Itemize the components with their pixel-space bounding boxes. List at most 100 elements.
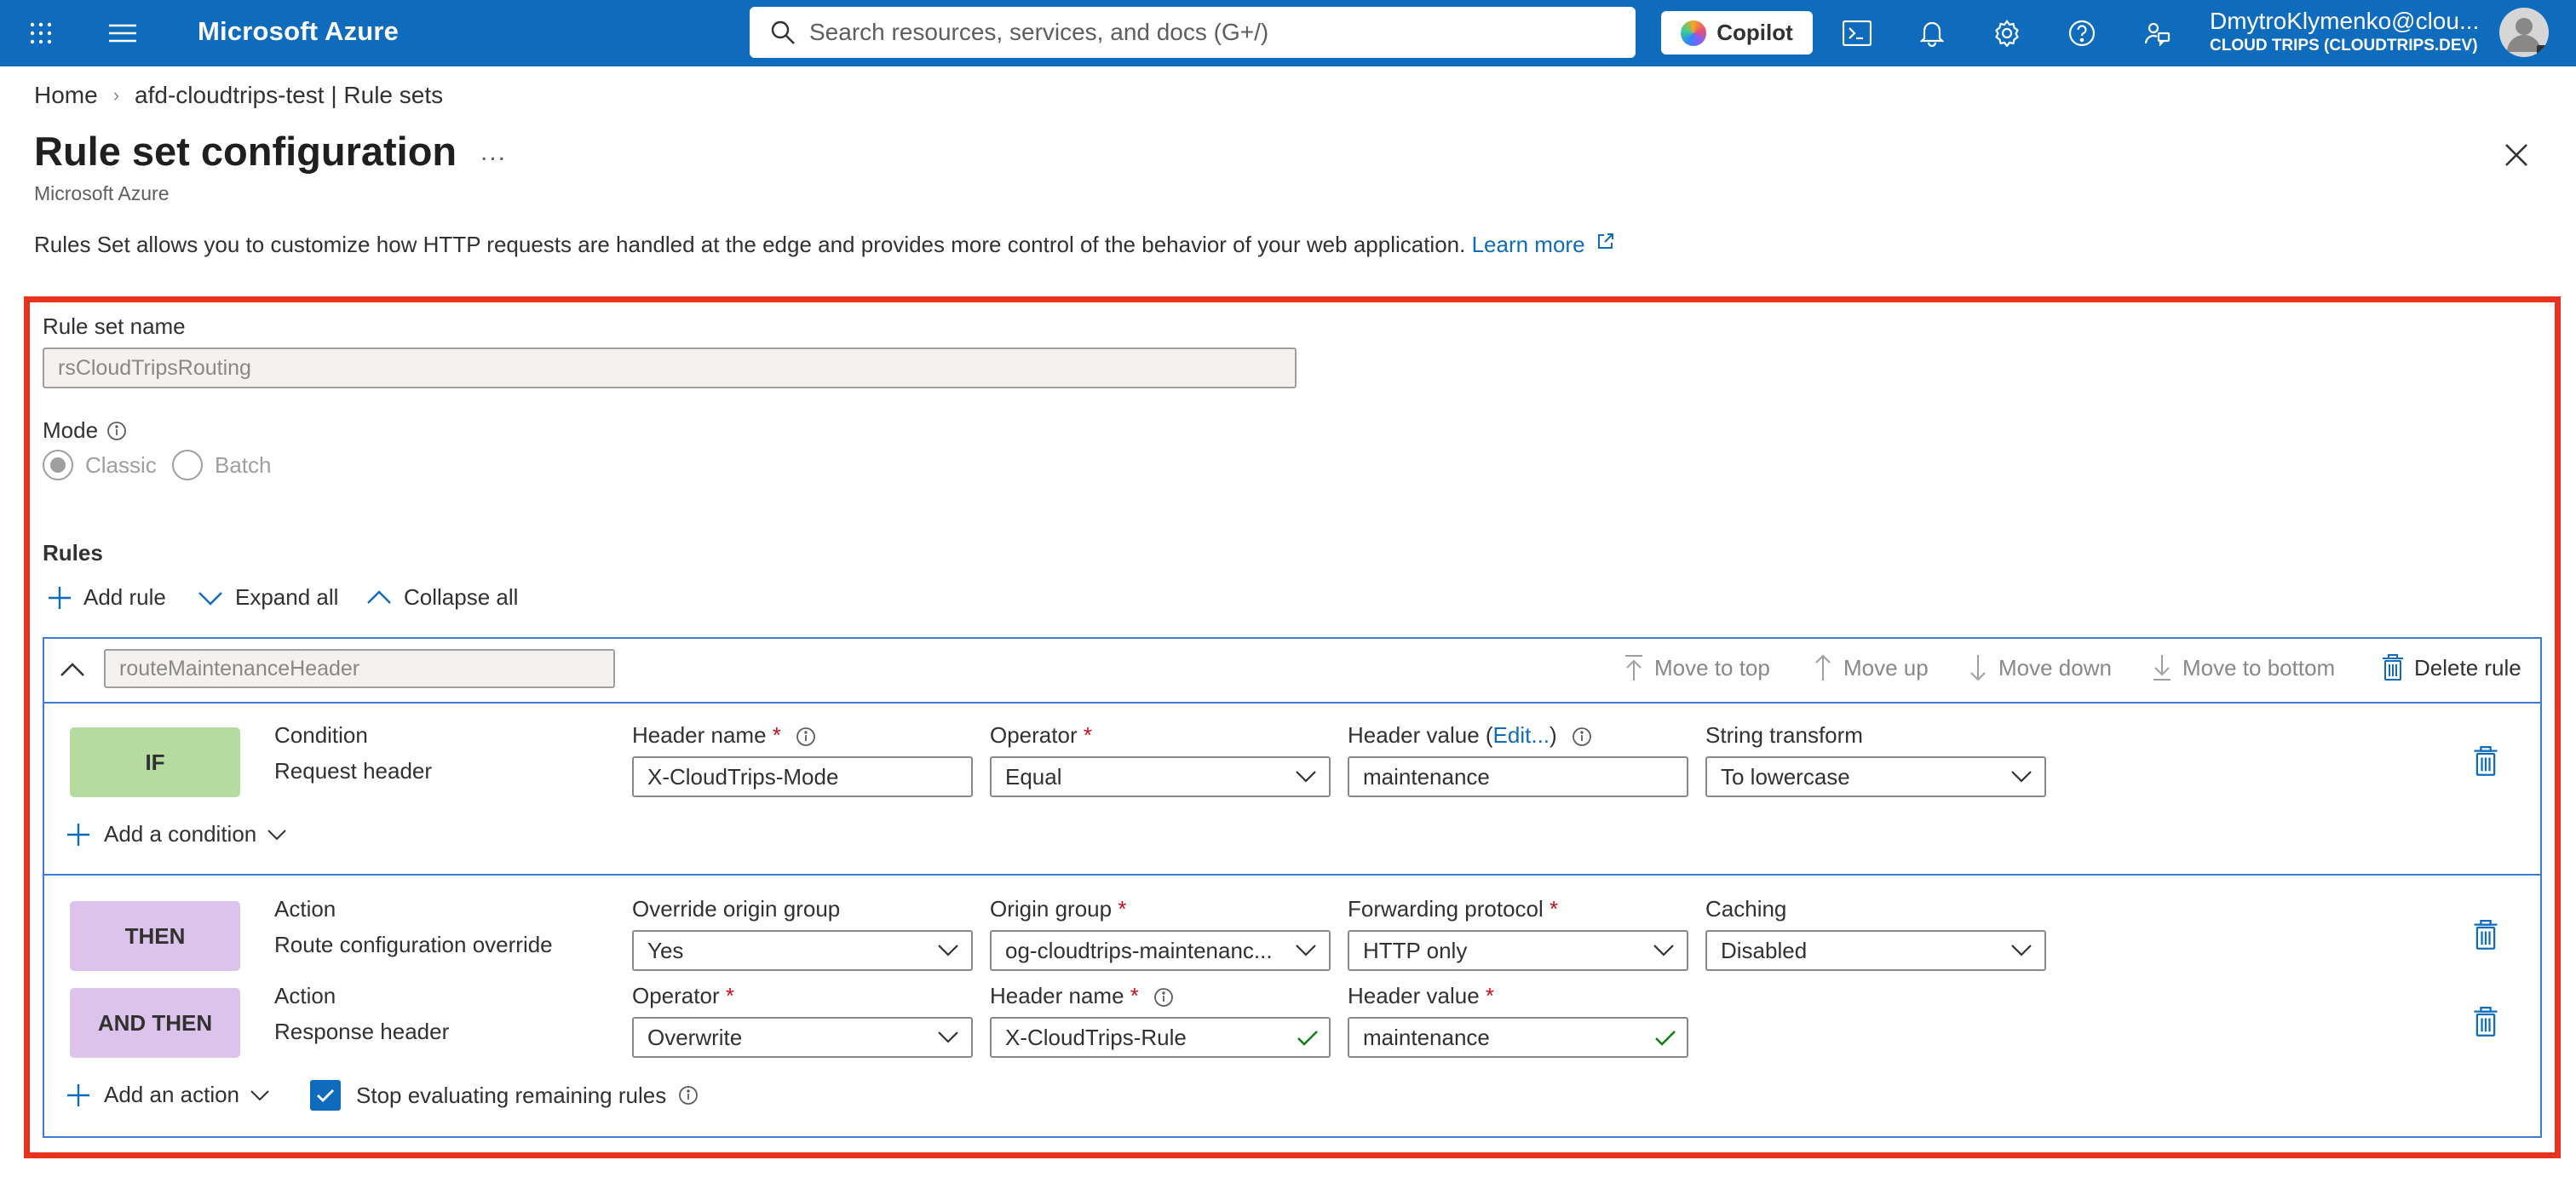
edit-link[interactable]: Edit... bbox=[1493, 722, 1550, 748]
forwarding-protocol-label: Forwarding protocol * bbox=[1348, 896, 1559, 922]
header-name-input[interactable]: X-CloudTrips-Mode bbox=[632, 756, 973, 797]
move-down-button: Move down bbox=[1968, 654, 2112, 681]
mode-radio-classic[interactable]: Classic bbox=[43, 450, 157, 480]
move-to-bottom-button: Move to bottom bbox=[2152, 654, 2335, 681]
response-header-value-label: Header value * bbox=[1348, 983, 1495, 1008]
move-to-bottom-icon bbox=[2153, 655, 2171, 681]
avatar[interactable] bbox=[2499, 8, 2549, 57]
page-description: Rules Set allows you to customize how HT… bbox=[34, 232, 1615, 258]
chevron-down-icon bbox=[250, 1089, 269, 1100]
origin-group-select[interactable]: og-cloudtrips-maintenanc... bbox=[990, 930, 1331, 971]
origin-group-label: Origin group * bbox=[990, 896, 1127, 922]
chevron-down-icon bbox=[2011, 771, 2032, 783]
copilot-button[interactable]: Copilot bbox=[1661, 11, 1813, 55]
rule-header: routeMaintenanceHeader Move to top Move … bbox=[44, 639, 2540, 704]
caching-label: Caching bbox=[1705, 896, 1787, 922]
condition-type-label: Condition bbox=[274, 722, 368, 748]
delete-action-trash-icon[interactable] bbox=[2472, 1007, 2499, 1037]
radio-selected-dot bbox=[50, 457, 66, 473]
account-menu[interactable]: DmytroKlymenko@clou... CLOUD TRIPS (CLOU… bbox=[2210, 8, 2479, 57]
delete-rule-button[interactable]: Delete rule bbox=[2382, 654, 2521, 681]
description-text: Rules Set allows you to customize how HT… bbox=[34, 232, 1472, 257]
if-badge: IF bbox=[70, 727, 240, 797]
collapse-rule-chevron-icon[interactable] bbox=[60, 661, 85, 678]
help-icon[interactable] bbox=[2063, 14, 2101, 52]
action-type-value: Route configuration override bbox=[274, 932, 553, 957]
move-up-button: Move up bbox=[1813, 654, 1929, 681]
breadcrumb: Home › afd-cloudtrips-test | Rule sets bbox=[34, 82, 443, 109]
add-action-button[interactable]: Add an action bbox=[66, 1082, 270, 1108]
learn-more-link[interactable]: Learn more bbox=[1472, 232, 1615, 257]
response-operator-select[interactable]: Overwrite bbox=[632, 1017, 973, 1058]
caching-select[interactable]: Disabled bbox=[1705, 930, 2046, 971]
plus-icon bbox=[67, 1083, 89, 1106]
add-condition-button[interactable]: Add a condition bbox=[66, 821, 287, 847]
info-icon[interactable] bbox=[796, 727, 816, 747]
chevron-down-icon bbox=[938, 1031, 958, 1043]
chevron-down-icon bbox=[2011, 945, 2032, 956]
gear-icon[interactable] bbox=[1988, 14, 2026, 52]
more-options-icon[interactable]: ... bbox=[480, 138, 507, 167]
response-header-value-input[interactable]: maintenance bbox=[1348, 1017, 1688, 1058]
account-tenant: CLOUD TRIPS (CLOUDTRIPS.DEV) bbox=[2210, 37, 2478, 55]
mode-option-classic: Classic bbox=[85, 451, 157, 478]
info-icon[interactable] bbox=[1153, 987, 1174, 1008]
chevron-down-icon bbox=[1653, 945, 1674, 956]
top-bar: Microsoft Azure Search resources, servic… bbox=[0, 0, 2576, 66]
cloud-shell-icon[interactable] bbox=[1838, 14, 1876, 52]
stop-evaluating-label: Stop evaluating remaining rules bbox=[356, 1082, 667, 1108]
rule-set-name-label: Rule set name bbox=[43, 313, 186, 339]
feedback-icon[interactable] bbox=[2138, 14, 2176, 52]
header-value-input[interactable]: maintenance bbox=[1348, 756, 1688, 797]
page-subtitle: Microsoft Azure bbox=[34, 182, 170, 204]
hamburger-menu-icon[interactable] bbox=[104, 14, 141, 52]
section-divider bbox=[44, 874, 2540, 876]
override-origin-group-select[interactable]: Yes bbox=[632, 930, 973, 971]
arrow-down-icon bbox=[1970, 655, 1986, 681]
checkbox-checked-icon bbox=[310, 1080, 341, 1111]
apps-grid-icon[interactable] bbox=[22, 14, 60, 52]
close-icon[interactable] bbox=[2501, 140, 2532, 170]
delete-condition-trash-icon[interactable] bbox=[2472, 746, 2499, 777]
global-search-input[interactable]: Search resources, services, and docs (G+… bbox=[750, 7, 1636, 58]
breadcrumb-home[interactable]: Home bbox=[34, 82, 98, 109]
response-operator-label: Operator * bbox=[632, 983, 734, 1008]
action-type-label: Action bbox=[274, 896, 336, 922]
response-header-name-input[interactable]: X-CloudTrips-Rule bbox=[990, 1017, 1331, 1058]
plus-icon bbox=[49, 586, 71, 609]
chevron-down-icon bbox=[1296, 945, 1316, 956]
breadcrumb-chevron-icon: › bbox=[112, 84, 120, 106]
condition-type-value: Request header bbox=[274, 758, 433, 784]
chevron-down-icon bbox=[1296, 771, 1316, 783]
page-title: Rule set configuration bbox=[34, 129, 457, 174]
then-badge: THEN bbox=[70, 901, 240, 971]
operator-select[interactable]: Equal bbox=[990, 756, 1331, 797]
add-rule-button[interactable]: Add rule bbox=[48, 584, 166, 611]
mode-radio-batch[interactable]: Batch bbox=[172, 450, 272, 480]
info-icon[interactable] bbox=[678, 1085, 699, 1106]
chevron-down-icon bbox=[938, 945, 958, 956]
operator-label: Operator * bbox=[990, 722, 1092, 748]
forwarding-protocol-select[interactable]: HTTP only bbox=[1348, 930, 1688, 971]
header-value-label: Header value (Edit...) bbox=[1348, 722, 1592, 749]
rule-name-input: routeMaintenanceHeader bbox=[104, 649, 615, 688]
stop-evaluating-checkbox[interactable]: Stop evaluating remaining rules bbox=[310, 1080, 699, 1111]
bell-icon[interactable] bbox=[1913, 14, 1951, 52]
info-icon[interactable] bbox=[106, 421, 127, 441]
action-type-label: Action bbox=[274, 983, 336, 1008]
info-icon[interactable] bbox=[1572, 727, 1592, 747]
move-to-top-icon bbox=[1625, 655, 1642, 681]
collapse-all-button[interactable]: Collapse all bbox=[366, 584, 518, 611]
trash-icon bbox=[2383, 654, 2403, 681]
string-transform-label: String transform bbox=[1705, 722, 1863, 748]
breadcrumb-current[interactable]: afd-cloudtrips-test | Rule sets bbox=[135, 82, 443, 109]
brand-title[interactable]: Microsoft Azure bbox=[198, 16, 399, 47]
chevron-down-icon bbox=[267, 829, 286, 840]
delete-action-trash-icon[interactable] bbox=[2472, 920, 2499, 951]
expand-all-button[interactable]: Expand all bbox=[198, 584, 338, 611]
plus-icon bbox=[67, 823, 89, 846]
chevron-down-icon bbox=[198, 591, 222, 606]
action-type-value: Response header bbox=[274, 1019, 450, 1044]
string-transform-select[interactable]: To lowercase bbox=[1705, 756, 2046, 797]
mode-option-batch: Batch bbox=[215, 451, 272, 478]
